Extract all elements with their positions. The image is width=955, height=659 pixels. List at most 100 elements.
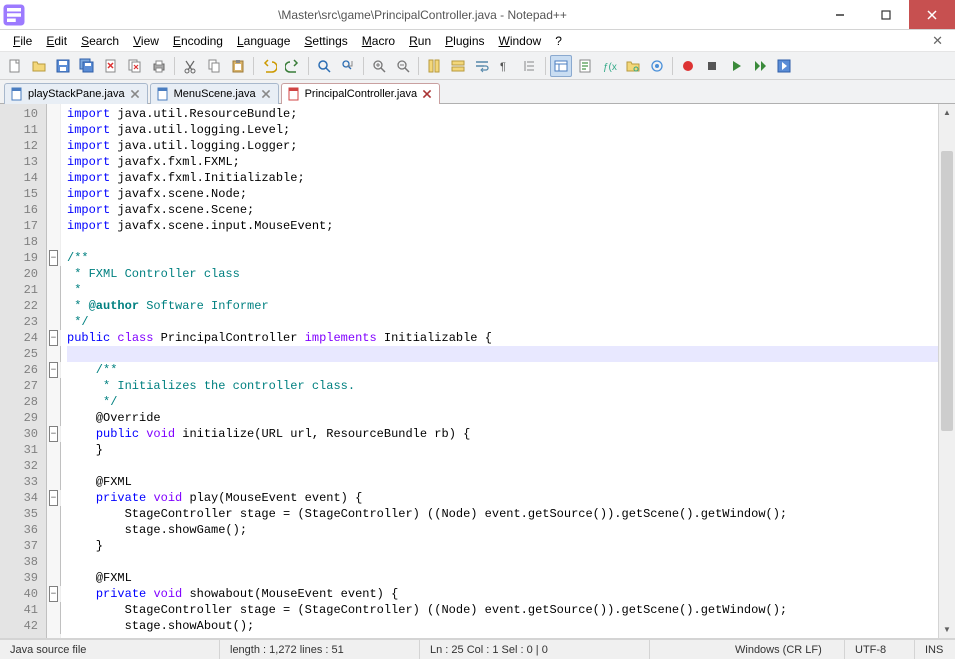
- play-macro-button[interactable]: [725, 55, 747, 77]
- mdi-close-icon[interactable]: ✕: [926, 33, 949, 49]
- code-line[interactable]: private void showabout(MouseEvent event)…: [67, 586, 938, 602]
- code-line[interactable]: [67, 458, 938, 474]
- code-line[interactable]: @Override: [67, 410, 938, 426]
- code-line[interactable]: import java.util.ResourceBundle;: [67, 106, 938, 122]
- tab-close-icon[interactable]: [421, 88, 433, 100]
- code-line[interactable]: public class PrincipalController impleme…: [67, 330, 938, 346]
- minimize-button[interactable]: [817, 0, 863, 29]
- menu-help[interactable]: ?: [548, 32, 569, 50]
- replace-button[interactable]: [337, 55, 359, 77]
- tab-close-icon[interactable]: [260, 88, 272, 100]
- close-all-button[interactable]: [124, 55, 146, 77]
- save-all-button[interactable]: [76, 55, 98, 77]
- cut-button[interactable]: [179, 55, 201, 77]
- menu-search[interactable]: Search: [74, 32, 126, 50]
- save-macro-button[interactable]: [773, 55, 795, 77]
- code-area[interactable]: import java.util.ResourceBundle;import j…: [61, 104, 938, 638]
- lang-button[interactable]: [550, 55, 572, 77]
- code-line[interactable]: StageController stage = (StageController…: [67, 506, 938, 522]
- show-all-chars-button[interactable]: ¶: [495, 55, 517, 77]
- scroll-track[interactable]: [939, 121, 955, 621]
- tab-playstackpane-java[interactable]: playStackPane.java: [4, 83, 148, 104]
- menu-macro[interactable]: Macro: [355, 32, 402, 50]
- menu-encoding[interactable]: Encoding: [166, 32, 230, 50]
- line-number-gutter[interactable]: 1011121314151617181920212223242526272829…: [0, 104, 47, 638]
- zoom-out-button[interactable]: [392, 55, 414, 77]
- code-line[interactable]: * @author Software Informer: [67, 298, 938, 314]
- menu-view[interactable]: View: [126, 32, 166, 50]
- paste-button[interactable]: [227, 55, 249, 77]
- code-line[interactable]: import java.util.logging.Logger;: [67, 138, 938, 154]
- sync-v-button[interactable]: [423, 55, 445, 77]
- undo-button[interactable]: [258, 55, 280, 77]
- tab-close-icon[interactable]: [129, 88, 141, 100]
- save-button[interactable]: [52, 55, 74, 77]
- code-line[interactable]: [67, 234, 938, 250]
- code-line[interactable]: /**: [67, 362, 938, 378]
- code-line[interactable]: import javafx.scene.input.MouseEvent;: [67, 218, 938, 234]
- menu-run[interactable]: Run: [402, 32, 438, 50]
- tab-menuscene-java[interactable]: MenuScene.java: [150, 83, 279, 104]
- code-line[interactable]: StageController stage = (StageController…: [67, 602, 938, 618]
- menu-settings[interactable]: Settings: [297, 32, 354, 50]
- open-file-button[interactable]: [28, 55, 50, 77]
- wordwrap-button[interactable]: [471, 55, 493, 77]
- menu-language[interactable]: Language: [230, 32, 297, 50]
- code-line[interactable]: /**: [67, 250, 938, 266]
- code-line[interactable]: stage.showGame();: [67, 522, 938, 538]
- vertical-scrollbar[interactable]: ▲ ▼: [938, 104, 955, 638]
- stop-macro-button[interactable]: [701, 55, 723, 77]
- menu-plugins[interactable]: Plugins: [438, 32, 491, 50]
- code-line[interactable]: }: [67, 538, 938, 554]
- fold-toggle[interactable]: −: [49, 586, 58, 602]
- scroll-up-button[interactable]: ▲: [939, 104, 955, 121]
- close-button[interactable]: [909, 0, 955, 29]
- code-line[interactable]: [67, 346, 938, 362]
- sync-h-button[interactable]: [447, 55, 469, 77]
- record-macro-button[interactable]: [677, 55, 699, 77]
- fold-toggle[interactable]: −: [49, 330, 58, 346]
- find-button[interactable]: [313, 55, 335, 77]
- zoom-in-button[interactable]: [368, 55, 390, 77]
- code-line[interactable]: * Initializes the controller class.: [67, 378, 938, 394]
- fold-toggle[interactable]: −: [49, 426, 58, 442]
- print-button[interactable]: [148, 55, 170, 77]
- menu-file[interactable]: File: [6, 32, 39, 50]
- code-line[interactable]: * FXML Controller class: [67, 266, 938, 282]
- code-line[interactable]: private void play(MouseEvent event) {: [67, 490, 938, 506]
- play-multi-button[interactable]: [749, 55, 771, 77]
- indent-guide-button[interactable]: [519, 55, 541, 77]
- maximize-button[interactable]: [863, 0, 909, 29]
- code-line[interactable]: @FXML: [67, 570, 938, 586]
- code-line[interactable]: *: [67, 282, 938, 298]
- code-line[interactable]: import javafx.fxml.Initializable;: [67, 170, 938, 186]
- code-line[interactable]: import javafx.scene.Node;: [67, 186, 938, 202]
- fold-toggle[interactable]: −: [49, 362, 58, 378]
- code-line[interactable]: import javafx.scene.Scene;: [67, 202, 938, 218]
- close-file-button[interactable]: [100, 55, 122, 77]
- fold-toggle[interactable]: −: [49, 250, 58, 266]
- folder-panel-button[interactable]: [622, 55, 644, 77]
- menu-window[interactable]: Window: [492, 32, 549, 50]
- scroll-down-button[interactable]: ▼: [939, 621, 955, 638]
- doc-map-button[interactable]: [574, 55, 596, 77]
- copy-button[interactable]: [203, 55, 225, 77]
- code-line[interactable]: }: [67, 442, 938, 458]
- scroll-thumb[interactable]: [941, 151, 953, 431]
- new-file-button[interactable]: [4, 55, 26, 77]
- code-line[interactable]: import javafx.fxml.FXML;: [67, 154, 938, 170]
- monitor-button[interactable]: [646, 55, 668, 77]
- code-line[interactable]: @FXML: [67, 474, 938, 490]
- code-line[interactable]: */: [67, 394, 938, 410]
- fold-column[interactable]: − − − − − −: [47, 104, 61, 638]
- code-line[interactable]: public void initialize(URL url, Resource…: [67, 426, 938, 442]
- menu-edit[interactable]: Edit: [39, 32, 74, 50]
- code-line[interactable]: import java.util.logging.Level;: [67, 122, 938, 138]
- code-line[interactable]: stage.showAbout();: [67, 618, 938, 634]
- func-list-button[interactable]: ƒ(x): [598, 55, 620, 77]
- code-line[interactable]: [67, 554, 938, 570]
- redo-button[interactable]: [282, 55, 304, 77]
- code-line[interactable]: */: [67, 314, 938, 330]
- fold-toggle[interactable]: −: [49, 490, 58, 506]
- tab-principalcontroller-java[interactable]: PrincipalController.java: [281, 83, 441, 104]
